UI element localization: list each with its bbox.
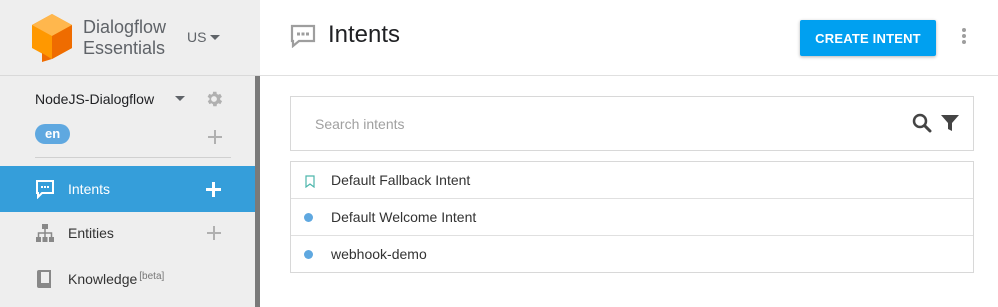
search-input[interactable]: [315, 114, 875, 134]
status-dot-icon: [304, 250, 313, 259]
chat-icon: [36, 180, 54, 199]
sidebar-item-intents[interactable]: Intents: [0, 166, 255, 212]
search-icon[interactable]: [912, 113, 932, 133]
region-selector[interactable]: US: [187, 29, 221, 45]
more-vert-icon[interactable]: [960, 28, 968, 46]
beta-badge: [beta]: [139, 271, 165, 282]
page-header: Intents CREATE INTENT: [260, 0, 998, 76]
status-dot-icon: [304, 213, 313, 222]
brand-header: Dialogflow Essentials US: [0, 0, 260, 76]
bookmark-icon: [305, 175, 315, 188]
agent-name: NodeJS-Dialogflow: [35, 91, 155, 107]
intent-list: Default Fallback Intent Default Welcome …: [290, 161, 974, 273]
add-entity-icon[interactable]: [207, 226, 221, 240]
sidebar-item-label: Knowledge [beta]: [68, 271, 164, 287]
add-language-icon[interactable]: [208, 130, 222, 144]
search-box: [290, 96, 974, 151]
sidebar: Dialogflow Essentials US NodeJS-Dialogfl…: [0, 0, 260, 307]
sidebar-item-entities[interactable]: Entities: [0, 210, 255, 256]
intent-name: Default Fallback Intent: [331, 172, 471, 188]
sidebar-scrollbar[interactable]: [255, 76, 260, 307]
sidebar-item-label-text: Knowledge: [68, 271, 138, 287]
list-item[interactable]: webhook-demo: [291, 236, 973, 272]
agent-selector[interactable]: NodeJS-Dialogflow: [35, 88, 230, 110]
brand-name: Dialogflow Essentials: [83, 17, 166, 59]
create-intent-button[interactable]: CREATE INTENT: [800, 20, 936, 56]
hierarchy-icon: [36, 224, 54, 242]
add-intent-icon[interactable]: [206, 182, 221, 197]
intent-name: Default Welcome Intent: [331, 209, 477, 225]
intent-name: webhook-demo: [331, 246, 427, 262]
language-chip[interactable]: en: [35, 124, 71, 144]
language-row: en: [35, 124, 230, 146]
gear-icon[interactable]: [204, 89, 224, 109]
sidebar-item-knowledge[interactable]: Knowledge [beta]: [0, 256, 255, 302]
filter-icon[interactable]: [941, 114, 959, 132]
sidebar-item-label: Intents: [68, 181, 111, 197]
chat-icon: [290, 24, 316, 48]
book-icon: [37, 270, 51, 288]
sidebar-item-label: Entities: [68, 225, 114, 241]
divider: [35, 157, 231, 158]
list-item[interactable]: Default Fallback Intent: [291, 162, 973, 199]
region-label: US: [187, 29, 207, 45]
brand-line-2: Essentials: [83, 38, 166, 58]
chevron-down-icon: [175, 96, 185, 101]
dialogflow-logo: [32, 14, 72, 62]
page-title: Intents: [328, 21, 401, 48]
brand-line-1: Dialogflow: [83, 17, 167, 37]
list-item[interactable]: Default Welcome Intent: [291, 199, 973, 236]
chevron-down-icon: [210, 34, 221, 40]
